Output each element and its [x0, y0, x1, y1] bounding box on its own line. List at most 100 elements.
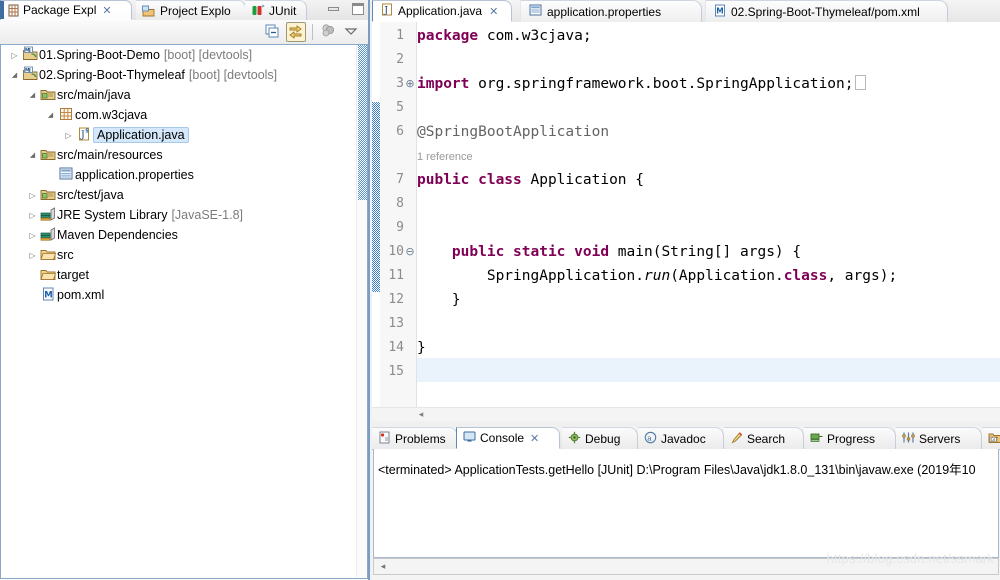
editor-change-bar: [372, 22, 380, 407]
fold-expand-icon[interactable]: ⊕: [404, 72, 416, 96]
tree-item-01-spring-boot-demo[interactable]: ▷ M J 01.Spring-Boot-Demo [boot] [devtool…: [2, 45, 358, 65]
tree-item-label: src: [57, 248, 74, 262]
svg-text:M: M: [44, 290, 52, 300]
line-number: 1: [396, 28, 404, 43]
maximize-icon[interactable]: [350, 2, 366, 16]
folder-icon: [40, 247, 57, 264]
tab-search[interactable]: Search: [724, 427, 804, 449]
collapsed-imports-marker[interactable]: [854, 75, 866, 90]
line-number: 15: [388, 364, 404, 379]
code-line: }: [417, 288, 461, 312]
tab-progress[interactable]: Progress: [804, 427, 896, 449]
line-number: 6: [396, 124, 404, 139]
close-icon[interactable]: ✕: [489, 5, 498, 18]
properties-file-icon: [529, 4, 542, 19]
tab-package-explorer[interactable]: Package Expl ✕: [0, 0, 132, 20]
tree-item-label: Application.java: [93, 127, 189, 143]
tree-item-src-main-java[interactable]: ◢ src/main/java: [2, 85, 358, 105]
tab-application-java[interactable]: J Application.java ✕: [372, 0, 512, 22]
console-horizontal-scrollbar[interactable]: ◂: [373, 558, 999, 575]
scrollbar-thumb[interactable]: [358, 45, 368, 200]
tree-item-target[interactable]: target: [2, 265, 358, 285]
tree-item-application-java[interactable]: ▷ J S Application.java: [2, 125, 358, 145]
editor-horizontal-scrollbar[interactable]: ◂: [372, 407, 1000, 422]
close-icon[interactable]: ✕: [102, 4, 111, 17]
chevron-right-icon[interactable]: ▷: [8, 51, 21, 60]
maven-pom-icon: M: [39, 287, 57, 304]
chevron-right-icon[interactable]: ▷: [26, 191, 39, 200]
tab-application-properties[interactable]: application.properties: [520, 0, 702, 22]
tab-debug[interactable]: Debug: [562, 427, 638, 449]
code-token: Application {: [521, 172, 644, 188]
focus-task-icon[interactable]: [319, 22, 339, 42]
eclipse-window: Package Expl ✕ Project Explo * JUnit ▷ M…: [0, 0, 1000, 580]
folder-icon: [40, 267, 57, 284]
minimize-icon[interactable]: [326, 2, 342, 16]
tree-item-maven-dependencies[interactable]: ▷ Maven Dependencies: [2, 225, 358, 245]
chevron-down-icon[interactable]: ◢: [26, 91, 39, 99]
tab-label: Search: [747, 431, 786, 446]
scroll-left-icon[interactable]: ◂: [378, 562, 388, 572]
code-token: (Application.: [670, 268, 784, 284]
code-token: SpringApplication.: [417, 268, 644, 284]
link-editor-icon[interactable]: [286, 22, 306, 42]
chevron-right-icon[interactable]: ▷: [26, 211, 39, 220]
tab-problems[interactable]: Problems: [372, 427, 458, 449]
tree-item-src-test-java[interactable]: ▷ src/test/java: [2, 185, 358, 205]
tree-item-02-spring-boot-thymeleaf[interactable]: ◢ M J 02.Spring-Boot-Thymeleaf [boot] [de…: [2, 65, 358, 85]
tab-label: Console: [480, 431, 525, 445]
code-editor[interactable]: 1 2 3 ⊕ 5 6 7 8 9 10 ⊖ 11 12 13 14 15 package com.w3cja…: [372, 22, 1000, 407]
git-repositories-icon: GIT: [988, 431, 1000, 447]
code-token: @SpringBootApplication: [417, 124, 610, 140]
tab-git-repositories[interactable]: GIT Git Repo: [982, 427, 1000, 449]
tree-item-pom-xml[interactable]: M pom.xml: [2, 285, 358, 305]
project-tree[interactable]: ▷ M J 01.Spring-Boot-Demo [boot] [devtool…: [1, 45, 358, 577]
fold-collapse-icon[interactable]: ⊖: [404, 240, 416, 264]
code-token: public static void: [451, 244, 610, 260]
tree-item-label: src/main/resources: [57, 148, 163, 162]
tree-item-jre-system-library[interactable]: ▷ JRE System Library [JavaSE-1.8]: [2, 205, 358, 225]
console-output-area[interactable]: <terminated> ApplicationTests.getHello […: [373, 449, 999, 558]
code-token: import: [417, 76, 470, 92]
tab-project-explorer[interactable]: Project Explo: [136, 0, 246, 20]
code-line: }: [417, 336, 426, 360]
tab-servers[interactable]: Servers: [896, 427, 982, 449]
source-folder-icon: [40, 187, 56, 204]
tree-item-src-main-resources[interactable]: ◢ src/main/resources: [2, 145, 358, 165]
chevron-right-icon[interactable]: ▷: [62, 131, 75, 140]
code-token: }: [417, 340, 426, 356]
chevron-down-icon[interactable]: ◢: [8, 71, 21, 79]
search-icon: [730, 431, 743, 447]
tree-item-src[interactable]: ▷ src: [2, 245, 358, 265]
code-line: @SpringBootApplication: [417, 120, 609, 144]
chevron-down-icon[interactable]: ◢: [26, 151, 39, 159]
tab-pom-xml[interactable]: M 02.Spring-Boot-Thymeleaf/pom.xml: [705, 0, 948, 22]
console-output-text: <terminated> ApplicationTests.getHello […: [378, 463, 976, 477]
tree-item-label: application.properties: [75, 168, 194, 182]
chevron-right-icon[interactable]: ▷: [26, 251, 39, 260]
package-explorer-toolbar: [0, 20, 370, 45]
chevron-down-icon[interactable]: [342, 22, 362, 42]
collapse-all-icon[interactable]: [263, 22, 283, 42]
tree-item-application-properties[interactable]: application.properties: [2, 165, 358, 185]
scroll-left-icon[interactable]: ◂: [416, 410, 426, 420]
tab-javadoc[interactable]: a Javadoc: [638, 427, 724, 449]
tab-junit[interactable]: * JUnit: [245, 0, 307, 20]
chevron-right-icon[interactable]: ▷: [26, 231, 39, 240]
tree-item-label: JRE System Library: [57, 208, 168, 222]
change-marker: [372, 102, 380, 292]
tree-item-suffix: [JavaSE-1.8]: [171, 208, 244, 222]
tab-label: JUnit: [269, 3, 297, 18]
tab-label: Progress: [827, 431, 876, 446]
editor-code-area[interactable]: package com.w3cjava; import org.springfra…: [417, 22, 1000, 407]
javadoc-icon: a: [644, 431, 657, 447]
tab-console[interactable]: Console ✕: [456, 427, 560, 449]
svg-text:S: S: [85, 128, 89, 134]
chevron-down-icon[interactable]: ◢: [44, 111, 57, 119]
close-icon[interactable]: ✕: [530, 432, 539, 445]
tree-item-label: pom.xml: [57, 288, 105, 302]
tree-item-com-w3cjava[interactable]: ◢ com.w3cjava: [2, 105, 358, 125]
svg-text:M: M: [716, 6, 723, 15]
tree-item-suffix: [boot] [devtools]: [163, 48, 253, 62]
line-number: 5: [396, 100, 404, 115]
